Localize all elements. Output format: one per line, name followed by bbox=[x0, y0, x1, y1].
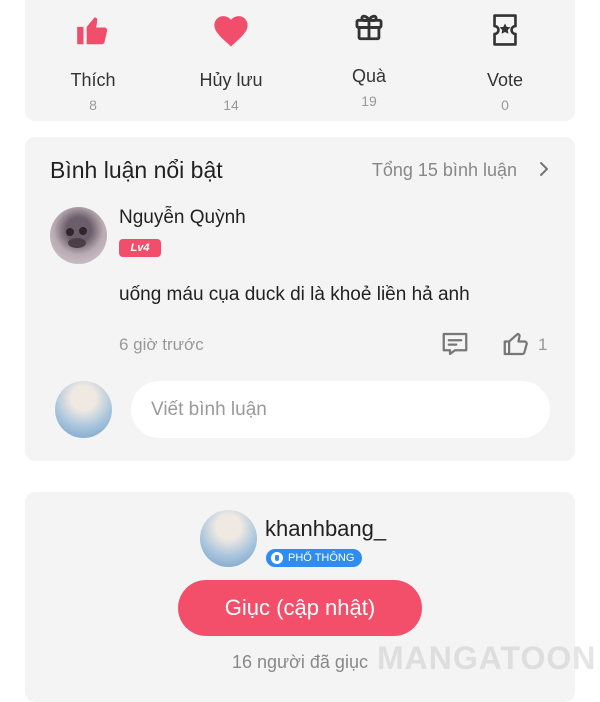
comment-like-icon[interactable] bbox=[501, 329, 531, 364]
member-badge: PHỔ THÔNG bbox=[266, 549, 363, 567]
vote-count: 0 bbox=[501, 97, 509, 113]
unsave-label: Hủy lưu bbox=[199, 70, 263, 90]
unsave-count: 14 bbox=[223, 97, 239, 113]
gift-action[interactable]: Quà 19 bbox=[309, 6, 429, 109]
featured-comments-section: Bình luận nổi bật Tổng 15 bình luận Nguy… bbox=[25, 137, 575, 461]
commenter-name[interactable]: Nguyễn Quỳnh bbox=[119, 207, 246, 229]
vote-ticket-icon bbox=[445, 10, 565, 50]
comment-input[interactable]: Viết bình luận bbox=[131, 381, 550, 438]
like-count: 8 bbox=[89, 97, 97, 113]
current-user-avatar bbox=[55, 381, 112, 438]
like-action[interactable]: Thích 8 bbox=[33, 10, 153, 113]
chevron-right-icon[interactable] bbox=[538, 161, 550, 182]
drop-icon bbox=[271, 552, 283, 564]
reaction-bar: Thích 8 Hủy lưu 14 Quà 19 Vote 0 bbox=[25, 0, 575, 121]
level-badge: Lv4 bbox=[119, 239, 161, 257]
section-title: Bình luận nổi bật bbox=[50, 157, 223, 183]
author-name[interactable]: khanhbang_ bbox=[265, 516, 386, 542]
vote-label: Vote bbox=[486, 70, 524, 90]
gift-count: 19 bbox=[361, 93, 377, 109]
total-comments-link[interactable]: Tổng 15 bình luận bbox=[372, 160, 517, 181]
comment-like-count: 1 bbox=[538, 335, 548, 354]
heart-icon bbox=[171, 10, 291, 50]
author-avatar[interactable] bbox=[200, 510, 257, 567]
vote-action[interactable]: Vote 0 bbox=[445, 10, 565, 113]
watermark: MANGATOON bbox=[377, 640, 597, 676]
unsave-action[interactable]: Hủy lưu 14 bbox=[171, 10, 291, 113]
author-card: khanhbang_ PHỔ THÔNG Giục (cập nhật) 16 … bbox=[25, 492, 595, 702]
urge-update-button[interactable]: Giục (cập nhật) bbox=[178, 580, 422, 636]
comment-time: 6 giờ trước bbox=[119, 335, 204, 354]
comment-text: uống máu cụa duck di là khoẻ liền hả anh bbox=[119, 284, 470, 305]
reply-icon[interactable] bbox=[440, 329, 470, 364]
gift-icon bbox=[309, 6, 429, 46]
thumbs-up-icon bbox=[33, 10, 153, 50]
member-badge-label: PHỔ THÔNG bbox=[288, 552, 355, 564]
commenter-avatar[interactable] bbox=[50, 207, 107, 264]
gift-label: Quà bbox=[351, 66, 387, 86]
like-label: Thích bbox=[70, 70, 116, 90]
